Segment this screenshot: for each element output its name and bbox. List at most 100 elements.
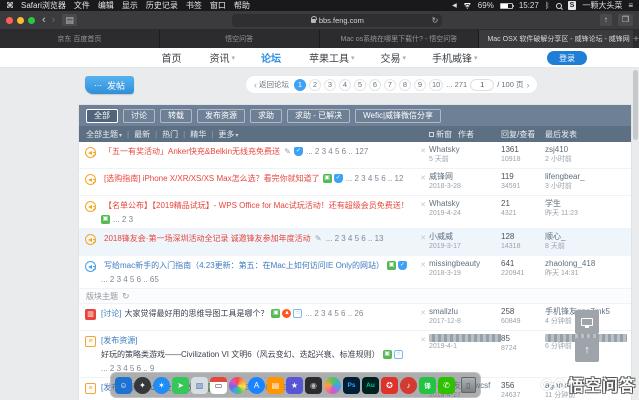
- trash[interactable]: ▯: [461, 377, 476, 393]
- preview-app[interactable]: ▧: [191, 376, 208, 394]
- wifi-icon[interactable]: [462, 2, 472, 9]
- sort-latest[interactable]: 最新: [134, 129, 150, 140]
- nav-item[interactable]: 手机威锋 ▾: [432, 50, 478, 65]
- sort-hot[interactable]: 热门: [162, 129, 178, 140]
- last-reply-user[interactable]: lifengbear_: [545, 172, 627, 182]
- page-number[interactable]: 7: [384, 78, 396, 91]
- close-topic-icon[interactable]: ✕: [417, 172, 429, 182]
- nav-item[interactable]: 论坛: [261, 50, 283, 65]
- menu-item[interactable]: 窗口: [210, 0, 226, 11]
- page-number[interactable]: 1: [294, 78, 306, 91]
- page-number[interactable]: 8: [399, 78, 411, 91]
- table-row[interactable]: ≡ [发布资源] 好玩的策略类游戏——Civilization VI 文明6（风…: [79, 331, 631, 378]
- topic-page-links[interactable]: ... 2 3 4 5 6 .. 13: [326, 233, 384, 244]
- color-app[interactable]: [324, 376, 341, 394]
- page-number[interactable]: 2: [309, 78, 321, 91]
- nav-item[interactable]: 交易 ▾: [381, 50, 407, 65]
- author-name[interactable]: 小威威: [429, 232, 501, 242]
- author-name[interactable]: Whatsky: [429, 199, 501, 209]
- chevron-right-icon[interactable]: ›: [526, 80, 529, 90]
- topic-title[interactable]: 【名单公布】【2019精品试玩】- WPS Office for Mac试玩活动…: [104, 200, 409, 211]
- author-name[interactable]: smallzlu: [429, 307, 501, 317]
- nav-item[interactable]: 首页: [161, 50, 183, 65]
- scope-dropdown[interactable]: 全部主题▾: [86, 129, 122, 140]
- finder[interactable]: ☺: [115, 376, 132, 394]
- safari[interactable]: ✶: [153, 376, 170, 394]
- red-app[interactable]: ✪: [381, 376, 398, 394]
- sort-digest[interactable]: 精华: [190, 129, 206, 140]
- back-button[interactable]: ‹: [42, 14, 46, 26]
- filter-tab[interactable]: 讨论: [123, 108, 155, 123]
- page-jump-input[interactable]: [470, 78, 495, 91]
- table-row[interactable]: 「五一有奖活动」Anker快充&Belkin无线充免费送 ✎ ✓ ... 2 3 …: [79, 142, 631, 169]
- new-post-button[interactable]: ⋯ 发帖: [85, 76, 135, 94]
- close-topic-icon[interactable]: ✕: [417, 199, 429, 209]
- table-row[interactable]: [选购指南] iPhone X/XR/XS/XS Max怎么选？看完你就知道了 …: [79, 169, 631, 196]
- author-name[interactable]: 威锋网: [429, 172, 501, 182]
- refresh-icon[interactable]: ↻: [122, 291, 130, 302]
- page-number[interactable]: 3: [324, 78, 336, 91]
- last-reply-time[interactable]: 昨天 11:23: [545, 209, 627, 219]
- calendar[interactable]: ▭: [210, 376, 227, 394]
- green-app[interactable]: 译: [419, 376, 436, 394]
- menu-item[interactable]: 历史记录: [146, 0, 178, 11]
- back-to-top-button[interactable]: ↑: [575, 338, 599, 362]
- table-row[interactable]: 2018锋友会·第一场深圳活动全记录 诚邀锋友参加年度活动 ✎ ... 2 3 …: [79, 229, 631, 256]
- zoom-window-button[interactable]: [28, 16, 35, 24]
- spotlight-icon[interactable]: [555, 2, 562, 9]
- close-topic-icon[interactable]: ✕: [417, 334, 429, 344]
- mail-app[interactable]: ➤: [172, 376, 189, 394]
- netease-music[interactable]: ♪: [400, 376, 417, 394]
- scrollbar[interactable]: [633, 70, 638, 140]
- topic-title[interactable]: 好玩的策略类游戏——Civilization VI 文明6（风云变幻、迭起兴衰、…: [101, 349, 380, 360]
- docs-app[interactable]: ▤: [267, 376, 284, 394]
- page-number[interactable]: 5: [354, 78, 366, 91]
- app-store[interactable]: A: [248, 376, 265, 394]
- close-topic-icon[interactable]: ✕: [417, 259, 429, 269]
- back-to-forum-link[interactable]: ‹ 返回论坛: [254, 79, 289, 90]
- menu-item[interactable]: 显示: [122, 0, 138, 11]
- input-method-icon[interactable]: S: [567, 1, 577, 10]
- desktop-version-button[interactable]: [575, 310, 599, 334]
- nav-item[interactable]: 苹果工具 ▾: [309, 50, 355, 65]
- page-number[interactable]: 6: [369, 78, 381, 91]
- last-reply-time[interactable]: 3 小时前: [545, 182, 627, 192]
- topic-page-links[interactable]: ... 2 3 4 5 6 .. 26: [305, 308, 363, 319]
- page-number[interactable]: 10: [429, 78, 444, 91]
- bluetooth-icon[interactable]: ᛒ: [545, 1, 550, 10]
- launchpad[interactable]: ✦: [134, 376, 151, 394]
- topic-tag[interactable]: [发布资源]: [101, 335, 137, 346]
- menubar-username[interactable]: 一颗大头菜: [582, 0, 622, 11]
- author-name[interactable]: Whatsky: [429, 145, 501, 155]
- clock[interactable]: 15:27: [519, 1, 539, 10]
- new-window-checkbox[interactable]: [429, 131, 434, 137]
- author-name[interactable]: [429, 334, 501, 342]
- filter-tab[interactable]: 转载: [160, 108, 192, 123]
- page-number[interactable]: ... 271: [446, 78, 468, 91]
- table-row[interactable]: 【名单公布】【2019精品试玩】- WPS Office for Mac试玩活动…: [79, 196, 631, 229]
- browser-tab[interactable]: Mac os系统在哪里下载什? - 悟空问答: [319, 30, 480, 48]
- share-icon[interactable]: ↑: [599, 14, 612, 26]
- topic-page-links[interactable]: ... 2 3: [113, 214, 133, 225]
- tab-overview-icon[interactable]: ❐: [617, 14, 633, 26]
- close-window-button[interactable]: [6, 16, 13, 24]
- page-number[interactable]: 9: [414, 78, 426, 91]
- new-tab-button[interactable]: +: [633, 30, 639, 48]
- topic-title[interactable]: 大家觉得最好用的思维导图工具是哪个？: [124, 308, 268, 319]
- close-topic-icon[interactable]: ✕: [417, 307, 429, 317]
- volume-icon[interactable]: ◀: [452, 2, 457, 9]
- minimize-window-button[interactable]: [17, 16, 24, 24]
- topic-page-links[interactable]: ... 2 3 4 5 6 .. 65: [101, 274, 159, 285]
- topic-title[interactable]: [选购指南] iPhone X/XR/XS/XS Max怎么选？看完你就知道了: [104, 173, 320, 184]
- browser-tab[interactable]: Mac OSX 软件破解分享区 - 威锋论坛 - 威锋网: [479, 30, 639, 48]
- address-bar[interactable]: bbs.feng.com ↻: [232, 13, 443, 27]
- author-name[interactable]: missingbeauty: [429, 259, 501, 269]
- menu-item[interactable]: 帮助: [234, 0, 250, 11]
- browser-tab[interactable]: 悟空问答: [159, 30, 320, 48]
- sort-more[interactable]: 更多▾: [218, 129, 238, 140]
- last-reply-user[interactable]: zsj410: [545, 145, 627, 155]
- last-reply-user[interactable]: 学生: [545, 199, 627, 209]
- last-reply-user[interactable]: 顺心_: [545, 232, 627, 242]
- video-app[interactable]: ★: [286, 376, 303, 394]
- last-reply-time[interactable]: 8 天前: [545, 242, 627, 252]
